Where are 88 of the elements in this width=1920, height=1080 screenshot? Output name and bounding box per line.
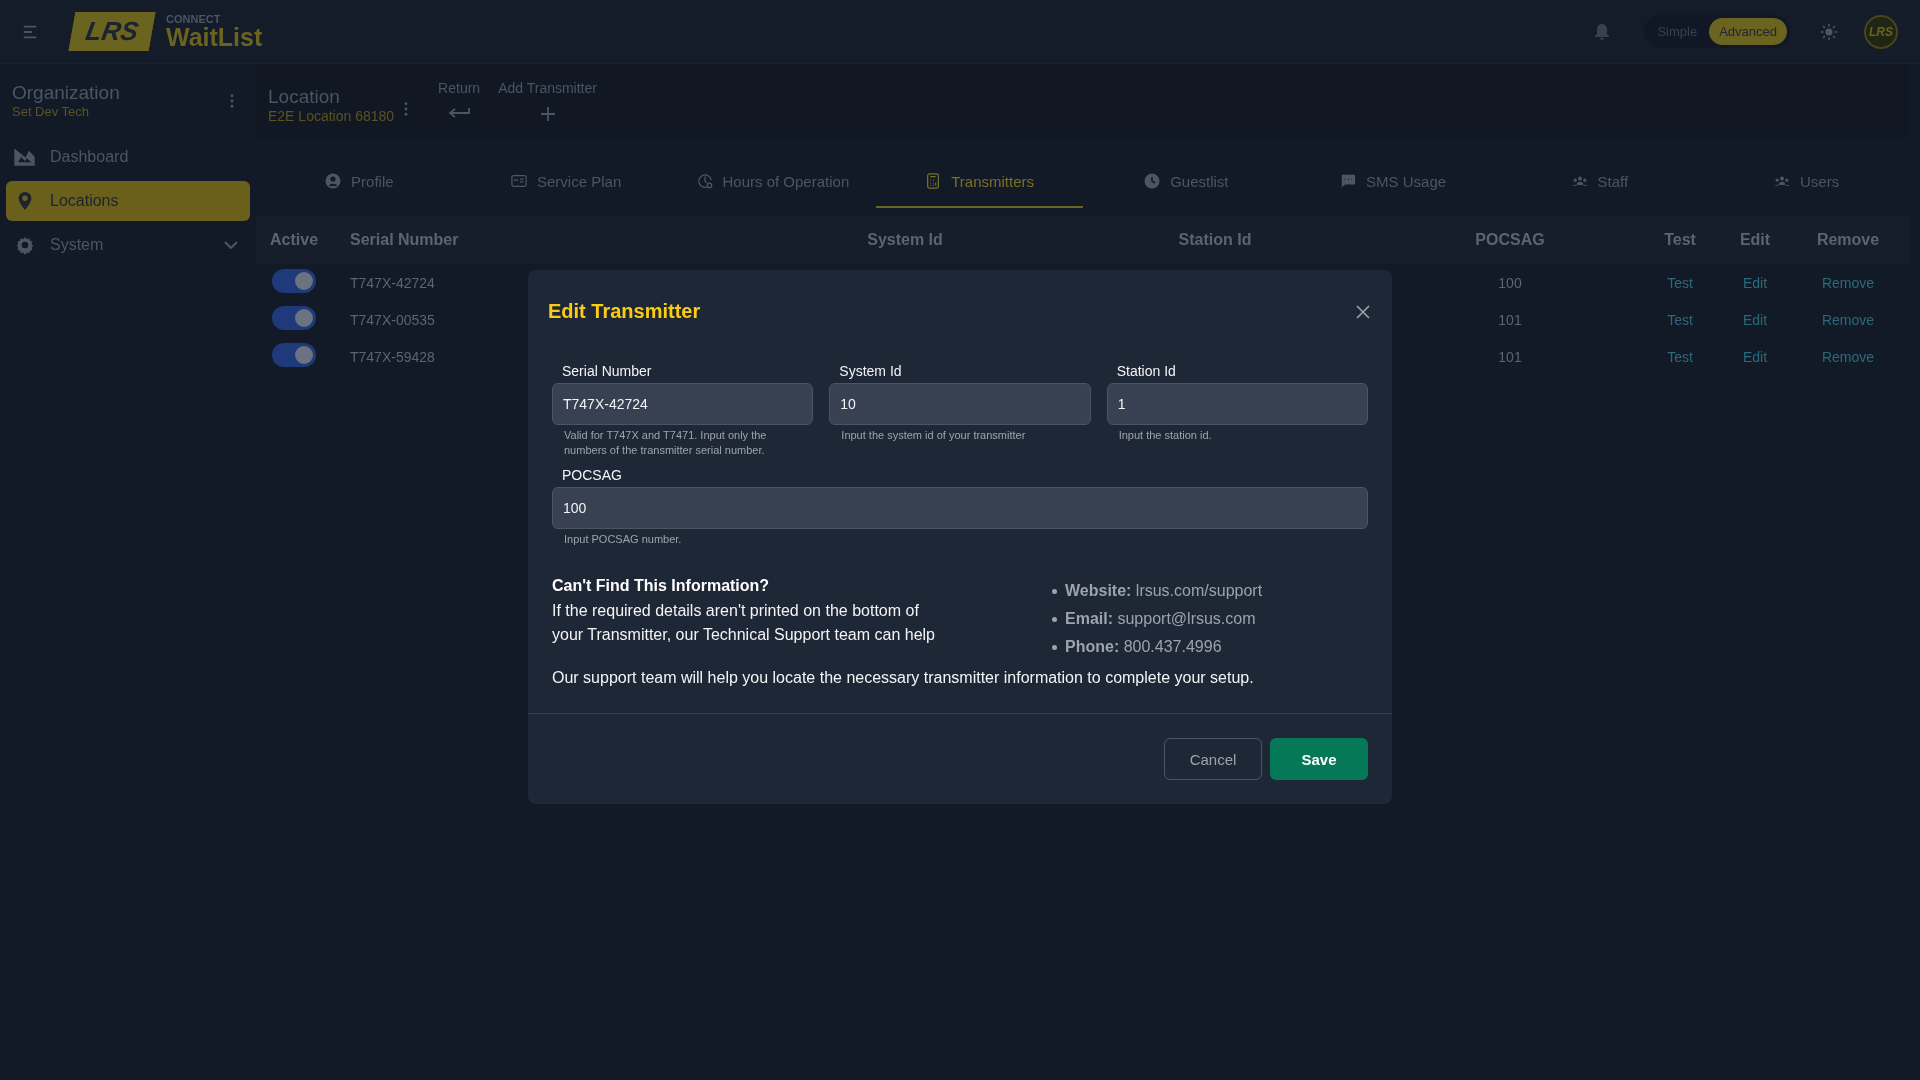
plus-icon[interactable] xyxy=(539,106,556,122)
sun-icon[interactable] xyxy=(1820,22,1838,41)
help-text: Input the station id. xyxy=(1117,428,1213,443)
tab[interactable]: SMS Usage xyxy=(1289,156,1497,208)
tab[interactable]: Users xyxy=(1703,156,1910,208)
tab[interactable]: Profile xyxy=(256,156,463,208)
field-label: Serial Number xyxy=(561,363,653,379)
column-header: Remove xyxy=(1815,231,1881,249)
clock-icon xyxy=(696,173,713,189)
info-heading: Can't Find This Information? xyxy=(552,577,771,596)
chevron-down-icon xyxy=(224,241,238,249)
user-icon xyxy=(325,173,342,189)
organization-title: Organization xyxy=(12,82,120,104)
input-field[interactable]: 10 xyxy=(829,383,1091,425)
table-cell-text: T747X-59428 xyxy=(350,348,436,365)
table-cell-text: 100 xyxy=(1497,274,1523,291)
help-text: Input the system id of your transmitter xyxy=(840,428,1027,443)
tab[interactable]: Guestlist xyxy=(1083,156,1290,208)
gear-icon xyxy=(14,235,36,255)
calculator-icon xyxy=(925,173,942,189)
tab[interactable]: Staff xyxy=(1496,156,1704,208)
column-header: Station Id xyxy=(1177,231,1253,249)
sidebar-item[interactable]: Dashboard xyxy=(6,137,250,177)
info-note: Our support team will help you locate the necessary transmitter information to complete your setup. xyxy=(528,669,1392,715)
chart-icon xyxy=(14,147,36,167)
test-link[interactable]: Test xyxy=(1650,311,1710,328)
active-toggle[interactable] xyxy=(272,268,316,293)
contact-line: Email: support@lrsus.com xyxy=(1065,610,1256,629)
action-label: Return xyxy=(438,80,481,96)
cancel-button[interactable]: Cancel xyxy=(1164,738,1262,781)
organization-name: Set Dev Tech xyxy=(12,104,91,119)
card-icon xyxy=(511,173,527,189)
avatar[interactable]: LRS xyxy=(1864,14,1898,49)
input-field[interactable]: 1 xyxy=(1106,383,1368,425)
active-toggle[interactable] xyxy=(272,305,316,330)
bell-icon[interactable] xyxy=(1594,22,1611,41)
save-button[interactable]: Save xyxy=(1270,738,1368,781)
info-text: If the required details aren't printed on the bottom of your Transmitter, our Technical Support team can help xyxy=(552,601,936,646)
table-cell-text: 101 xyxy=(1497,348,1523,365)
column-header: Test xyxy=(1663,231,1697,249)
test-link[interactable]: Test xyxy=(1650,348,1710,365)
field-label: POCSAG xyxy=(561,466,623,483)
test-link[interactable]: Test xyxy=(1650,274,1710,291)
column-header: POCSAG xyxy=(1474,231,1546,249)
field-label: Station Id xyxy=(1115,363,1177,379)
remove-link[interactable]: Remove xyxy=(1800,348,1896,365)
help-text: Input POCSAG number. xyxy=(563,531,683,547)
table-cell-text: 101 xyxy=(1497,311,1523,328)
field-label: System Id xyxy=(838,363,903,379)
close-icon[interactable] xyxy=(1356,304,1370,319)
contact-line: Phone: 800.437.4996 xyxy=(1065,638,1222,657)
table-cell-text: T747X-42724 xyxy=(350,274,436,291)
tab[interactable]: Hours of Operation xyxy=(669,156,877,208)
more-icon[interactable] xyxy=(404,102,409,116)
return-icon[interactable] xyxy=(447,106,472,120)
action-label: Add Transmitter xyxy=(498,80,597,96)
remove-link[interactable]: Remove xyxy=(1800,311,1896,328)
edit-link[interactable]: Edit xyxy=(1710,348,1800,365)
bullet-icon xyxy=(1052,644,1057,650)
input-field[interactable]: T747X-42724 xyxy=(552,383,814,425)
bullet-icon xyxy=(1052,616,1057,622)
remove-link[interactable]: Remove xyxy=(1800,274,1896,291)
chat-icon xyxy=(1340,173,1357,189)
sidebar-item[interactable]: System xyxy=(6,225,250,265)
column-header: Serial Number xyxy=(350,231,460,249)
brand-caption: CONNECT xyxy=(166,13,222,25)
sidebar-item[interactable]: Locations xyxy=(6,181,250,221)
tab[interactable]: Transmitters xyxy=(876,156,1083,208)
contact-line: Website: lrsus.com/support xyxy=(1065,582,1263,601)
brand-name: WaitList xyxy=(166,24,263,50)
location-name: E2E Location 68180 xyxy=(268,108,395,124)
location-title: Location xyxy=(268,86,341,108)
column-header: System Id xyxy=(866,231,944,249)
active-toggle[interactable] xyxy=(272,342,316,367)
clock-icon xyxy=(1144,173,1161,189)
more-icon[interactable] xyxy=(230,93,234,108)
dialog-title: Edit Transmitter xyxy=(548,300,701,323)
column-header: Edit xyxy=(1738,231,1772,249)
column-header: Active xyxy=(270,231,320,249)
edit-link[interactable]: Edit xyxy=(1710,311,1800,328)
input-field[interactable]: 100 xyxy=(552,486,1368,529)
mode-option[interactable]: Advanced xyxy=(1709,18,1787,45)
tab[interactable]: Service Plan xyxy=(462,156,670,208)
bullet-icon xyxy=(1052,588,1057,594)
help-text: Valid for T747X and T7471. Input only the numbers of the transmitter serial number. xyxy=(563,428,768,459)
logo: LRS xyxy=(68,12,156,51)
table-cell-text: T747X-00535 xyxy=(350,311,436,328)
edit-link[interactable]: Edit xyxy=(1710,274,1800,291)
